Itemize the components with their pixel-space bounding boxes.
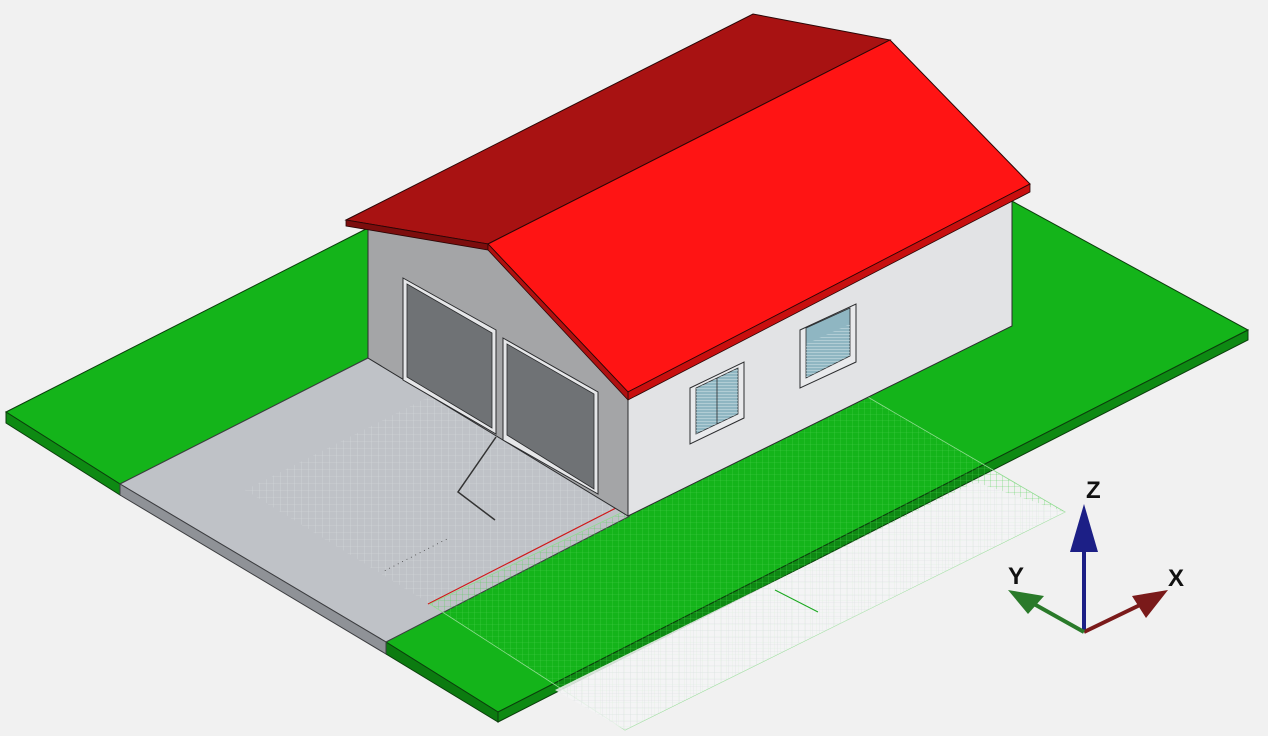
- 3d-model-viewport[interactable]: · · · · · · · · · · · · · · · Z X Y: [0, 0, 1268, 736]
- y-axis-arrow: [1008, 590, 1085, 634]
- x-axis-arrow: [1083, 590, 1168, 634]
- y-axis-label: Y: [1008, 563, 1024, 590]
- z-axis-label: Z: [1086, 477, 1101, 504]
- x-axis-label: X: [1168, 565, 1184, 592]
- scene-canvas[interactable]: · · · · · · · · · · · · · · · Z X Y: [0, 0, 1268, 736]
- z-axis-arrow: [1070, 504, 1098, 632]
